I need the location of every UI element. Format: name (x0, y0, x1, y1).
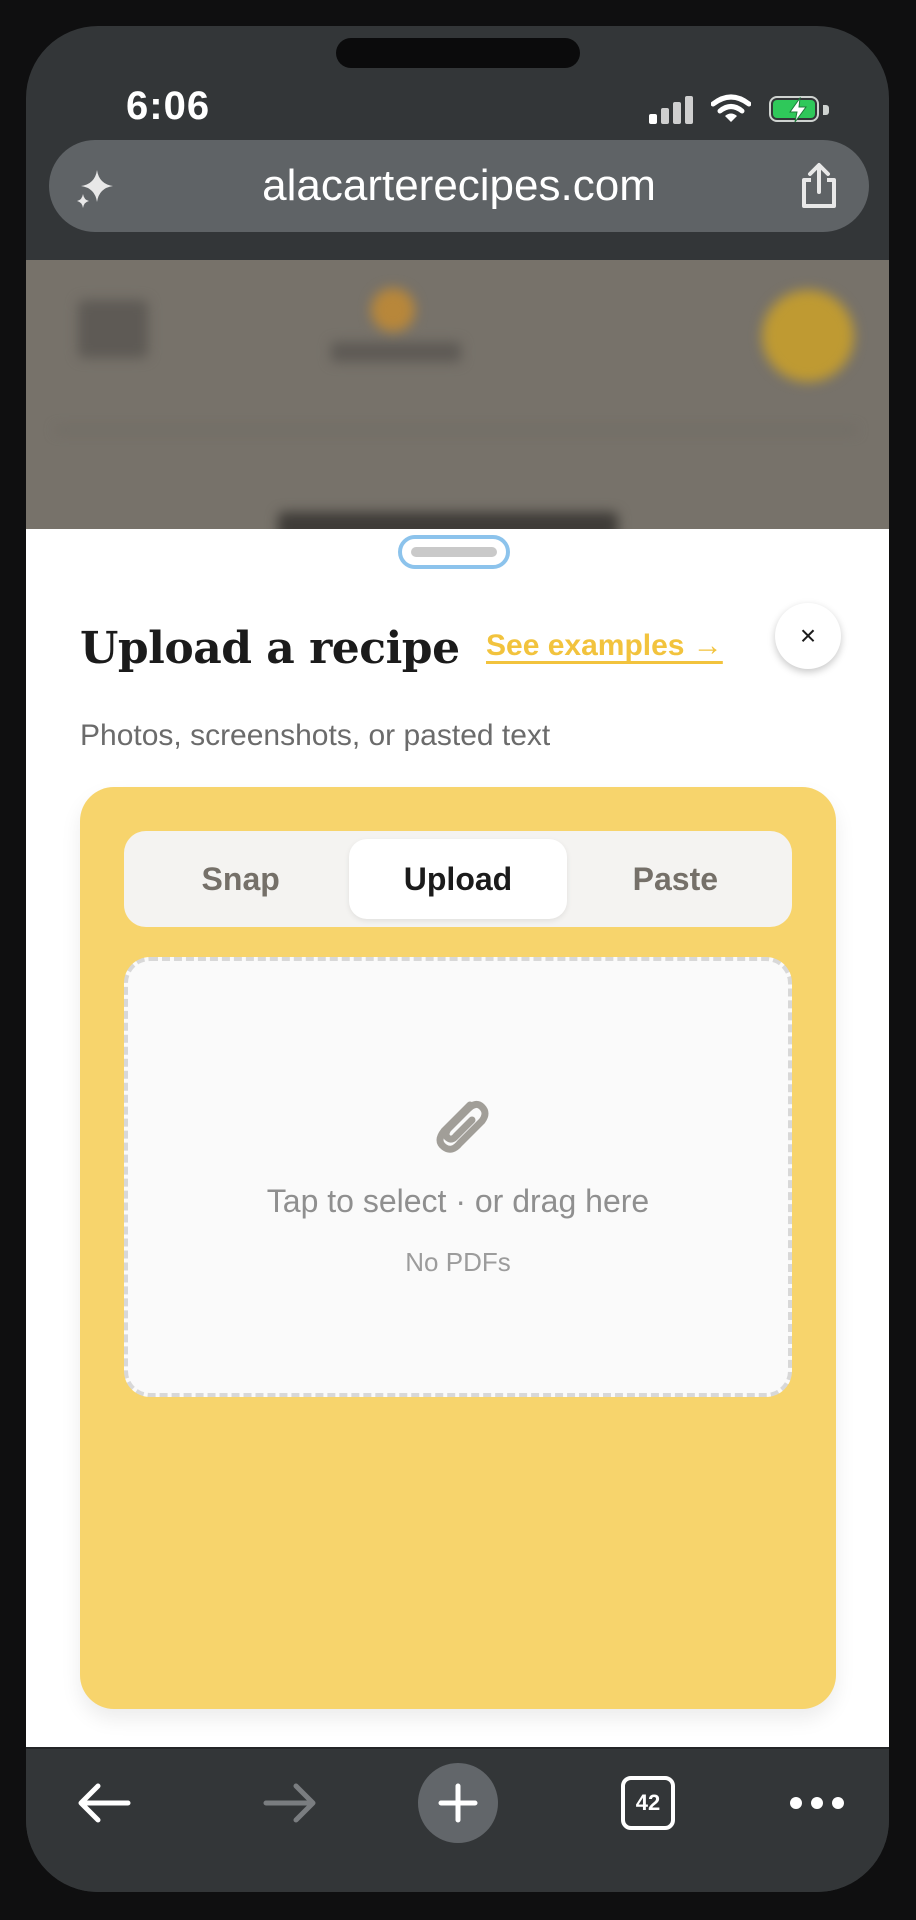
page-heading (278, 512, 618, 530)
avatar (762, 290, 854, 382)
status-time: 6:06 (126, 84, 211, 128)
back-button[interactable] (64, 1763, 144, 1843)
tab-upload[interactable]: Upload (349, 839, 567, 919)
tabs-button[interactable]: 42 (608, 1763, 688, 1843)
status-bar: 6:06 (26, 26, 889, 146)
tab-paste[interactable]: Paste (567, 839, 784, 919)
close-button[interactable]: × (775, 603, 841, 669)
dropzone-instruction: Tap to select · or drag here (266, 1183, 650, 1219)
more-icon (790, 1797, 844, 1809)
browser-toolbar: 42 (26, 1747, 889, 1892)
upload-panel: Snap Upload Paste Tap to select · or dra… (80, 787, 836, 1709)
blurred-page-background (26, 260, 889, 530)
address-bar[interactable]: alacarterecipes.com (49, 140, 869, 232)
divider (56, 428, 856, 432)
sheet-title: Upload a recipe (80, 623, 460, 674)
new-tab-button[interactable] (418, 1763, 498, 1843)
sheet-subtitle: Photos, screenshots, or pasted text (80, 719, 551, 752)
mode-tabs: Snap Upload Paste (124, 831, 792, 927)
status-icons (649, 92, 831, 126)
battery-charging-icon (769, 94, 831, 124)
paperclip-icon (436, 1100, 489, 1153)
see-examples-link[interactable]: See examples → (486, 629, 723, 663)
sheet-grabber[interactable] (398, 535, 510, 569)
forward-button[interactable] (250, 1763, 330, 1843)
phone-screen: 6:06 alacarterecipes.com Upload a recipe… (26, 26, 889, 1892)
url-text[interactable]: alacarterecipes.com (262, 161, 656, 211)
site-logo-text (331, 342, 461, 362)
cellular-signal-icon (649, 94, 693, 124)
back-arrow-icon (78, 1783, 131, 1823)
tab-snap[interactable]: Snap (132, 839, 349, 919)
plus-icon (438, 1783, 478, 1823)
menu-icon (78, 300, 148, 358)
share-icon[interactable] (799, 162, 839, 210)
file-dropzone[interactable]: Tap to select · or drag here No PDFs (124, 957, 792, 1397)
wifi-icon (711, 94, 751, 124)
forward-arrow-icon (263, 1783, 316, 1823)
upload-sheet: Upload a recipe See examples → × Photos,… (26, 529, 889, 1747)
dropzone-note: No PDFs (405, 1247, 511, 1277)
site-logo (371, 288, 415, 332)
more-button[interactable] (772, 1763, 862, 1843)
sparkle-icon[interactable] (73, 166, 117, 210)
dynamic-island (336, 38, 580, 68)
tabs-icon: 42 (621, 1776, 675, 1830)
